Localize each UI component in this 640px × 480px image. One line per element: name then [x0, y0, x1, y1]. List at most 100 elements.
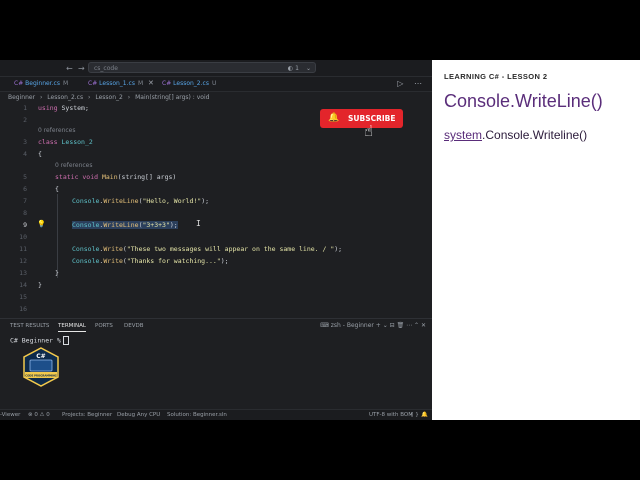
lesson-code: system.Console.Writeline() [444, 128, 587, 142]
subscribe-button[interactable]: 🔔 SUBSCRIBE [320, 109, 403, 128]
code-token: Console [72, 245, 100, 253]
prompt-text: C# Beginner % [10, 336, 61, 345]
code-token: Write [103, 257, 123, 265]
code-line: } [38, 281, 42, 289]
line-number: 16 [19, 305, 27, 313]
tab-test-results[interactable]: TEST RESULTS [10, 323, 49, 329]
search-value: cs_code [94, 65, 118, 72]
line-number: 2 [23, 116, 27, 124]
forward-arrow-icon[interactable]: → [78, 64, 85, 73]
lesson-heading: LEARNING C# - LESSON 2 [444, 72, 548, 81]
tab-terminal[interactable]: TERMINAL [58, 323, 86, 332]
code-token: using [38, 104, 58, 112]
chevron-down-icon[interactable]: ⌄ [306, 63, 311, 74]
terminal-icon: ⌨ [320, 322, 329, 329]
codelens-references[interactable]: 0 references [38, 127, 76, 134]
tab-label: Lesson_1.cs [99, 80, 135, 87]
code-token: Lesson_2 [57, 138, 93, 146]
code-line: Console.WriteLine("Hello, World!"); [72, 197, 210, 205]
lightbulb-icon[interactable]: 💡 [37, 220, 46, 228]
breadcrumb-separator: › [39, 94, 43, 101]
terminal-prompt[interactable]: C# Beginner % [10, 336, 69, 345]
lesson-title: Console.WriteLine() [444, 91, 603, 111]
line-number: 5 [23, 173, 27, 181]
lesson-code-prefix: system [444, 128, 483, 142]
code-line: { [38, 150, 42, 158]
code-line: static void Main(string[] args) [55, 173, 176, 181]
status-solution[interactable]: Solution: Beginner.sln [167, 412, 227, 418]
line-number: 8 [23, 209, 27, 217]
breadcrumb-item[interactable]: Lesson_2 [95, 94, 122, 101]
tab-devdb[interactable]: DEVDB [124, 323, 143, 329]
status-viewer[interactable]: -Viewer [0, 412, 20, 418]
code-line-selected: Console.WriteLine("3+3+3"); [72, 221, 178, 229]
code-token: class [38, 138, 58, 146]
code-token: ); [220, 257, 229, 265]
tab-ports[interactable]: PORTS [95, 323, 113, 329]
line-number: 14 [19, 281, 27, 289]
notification-bell-icon[interactable]: 🔔 [421, 412, 428, 418]
terminal-shell-selector[interactable]: zsh - Beginner [331, 322, 374, 329]
code-token: WriteLine [103, 197, 139, 205]
csharp-file-icon: C# [14, 80, 24, 87]
code-token: "These two messages will appear on the s… [126, 245, 335, 253]
indent-guide [57, 194, 58, 278]
status-bar: -Viewer ⊗ 0 ⚠ 0 Projects: Beginner Debug… [0, 409, 432, 420]
code-token: WriteLine [103, 221, 139, 229]
code-line: Console.Write("Thanks for watching..."); [72, 257, 229, 265]
editor-tabs: C# Beginner.cs M C# Lesson_1.cs M ✕ C# Les… [0, 77, 432, 92]
status-encoding[interactable]: UTF-8 with BOM [369, 412, 413, 418]
codelens-references[interactable]: 0 references [55, 162, 93, 169]
tab-status: M [62, 80, 69, 87]
breadcrumb-item[interactable]: Lesson_2.cs [47, 94, 83, 101]
hand-pointer-icon: ☝ [364, 122, 374, 140]
code-token: System; [57, 104, 89, 112]
code-token: ); [201, 197, 210, 205]
code-line: class Lesson_2 [38, 138, 93, 146]
back-arrow-icon[interactable]: ← [66, 64, 73, 73]
code-token: void [78, 173, 99, 181]
code-line: using System; [38, 104, 89, 112]
status-projects[interactable]: Projects: Beginner [62, 412, 112, 418]
breadcrumb: Beginner › Lesson_2.cs › Lesson_2 › Main… [8, 94, 212, 101]
tab-label: Lesson_2.cs [173, 80, 209, 87]
line-number: 12 [19, 257, 27, 265]
editor-actions[interactable]: ▷ ⋯ [397, 79, 426, 88]
code-token: (string[] args) [117, 173, 177, 181]
status-debug-config[interactable]: Debug Any CPU [117, 412, 160, 418]
terminal-cursor [62, 336, 69, 345]
tab-lesson-2[interactable]: C# Lesson_2.cs U [162, 80, 216, 87]
code-line: { [55, 185, 59, 193]
breadcrumb-item[interactable]: Beginner [8, 94, 35, 101]
code-token: static [55, 173, 79, 181]
title-bar: ← → cs_code ◐ 1 ⌄ [0, 60, 432, 77]
logo-band-text: CODE PROGRAMMING [25, 374, 57, 378]
copilot-icon[interactable]: ◐ [288, 63, 293, 74]
bell-icon: 🔔 [328, 113, 340, 123]
bottom-panel: TEST RESULTS TERMINAL PORTS DEVDB ⌨ zsh … [0, 318, 432, 409]
code-line: } [55, 269, 59, 277]
code-token: "3+3+3" [142, 221, 170, 229]
terminal-actions[interactable]: + ⌄ ⊟ 🗑 ⋯ ⌃ ✕ [376, 322, 426, 329]
text-cursor-icon: I [196, 219, 201, 228]
tab-status: U [211, 80, 217, 87]
csharp-file-icon: C# [88, 80, 98, 87]
code-token: "Thanks for watching..." [126, 257, 221, 265]
code-token: ); [334, 245, 343, 253]
close-icon[interactable]: ✕ [148, 79, 154, 87]
line-number: 1 [23, 104, 27, 112]
lesson-code-rest: .Console.Writeline() [482, 128, 588, 142]
line-number: 15 [19, 293, 27, 301]
status-problems[interactable]: ⊗ 0 ⚠ 0 [28, 412, 50, 418]
code-token: Console [72, 257, 100, 265]
status-braces-icon[interactable]: { } [410, 412, 419, 418]
line-number: 4 [23, 150, 27, 158]
command-search-input[interactable]: cs_code ◐ 1 ⌄ [88, 62, 316, 73]
line-number: 7 [23, 197, 27, 205]
tab-label: Beginner.cs [25, 80, 60, 87]
line-number: 10 [19, 233, 27, 241]
tab-lesson-1[interactable]: C# Lesson_1.cs M [88, 80, 143, 87]
breadcrumb-item[interactable]: Main(string[] args) : void [135, 94, 209, 101]
search-count: 1 [295, 65, 299, 72]
tab-beginner[interactable]: C# Beginner.cs M [14, 80, 68, 87]
